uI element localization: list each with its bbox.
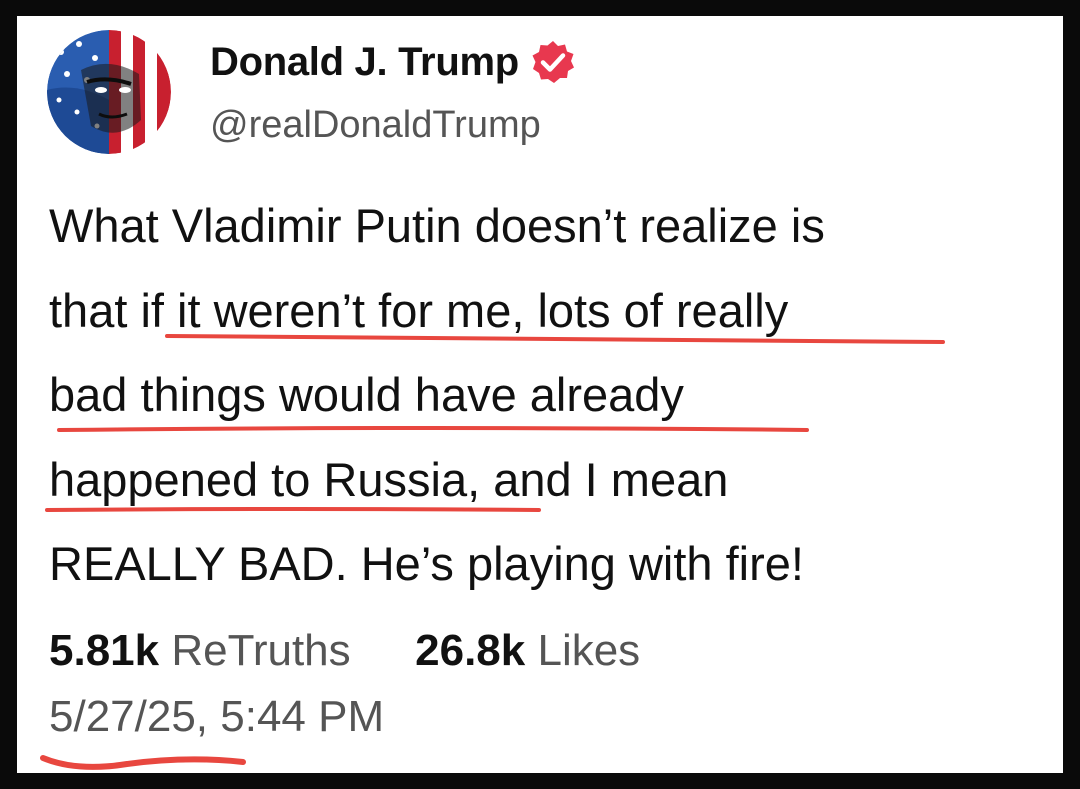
post-line: that if it weren’t for me, lots of reall… <box>49 283 789 337</box>
post-line: bad things would have already <box>49 368 684 421</box>
post-card: Donald J. Trump @realDonaldTrump What Vl… <box>17 16 1063 773</box>
post-line: happened to Russia, and I mean <box>49 452 729 506</box>
post-body: What Vladimir Putin doesn’t realize is t… <box>49 184 1039 607</box>
avatar[interactable] <box>47 30 171 154</box>
post-line: What Vladimir Putin doesn’t realize is <box>49 199 825 252</box>
underline-mark <box>40 755 246 770</box>
author-display-name[interactable]: Donald J. Trump <box>210 40 519 85</box>
post-stats: 5.81k ReTruths 26.8k Likes <box>49 626 640 676</box>
likes-label: Likes <box>537 626 641 675</box>
avatar-image <box>47 30 171 154</box>
retruths-stat[interactable]: 5.81k ReTruths <box>49 626 363 675</box>
verified-badge-icon <box>532 41 574 83</box>
author-row: Donald J. Trump <box>210 38 577 86</box>
author-handle[interactable]: @realDonaldTrump <box>210 104 541 147</box>
retruths-count: 5.81k <box>49 626 160 675</box>
likes-stat[interactable]: 26.8k Likes <box>415 626 640 675</box>
post-timestamp[interactable]: 5/27/25, 5:44 PM <box>49 692 384 742</box>
post-line: REALLY BAD. He’s playing with fire! <box>49 537 804 590</box>
retruths-label: ReTruths <box>171 626 351 675</box>
likes-count: 26.8k <box>415 626 526 675</box>
